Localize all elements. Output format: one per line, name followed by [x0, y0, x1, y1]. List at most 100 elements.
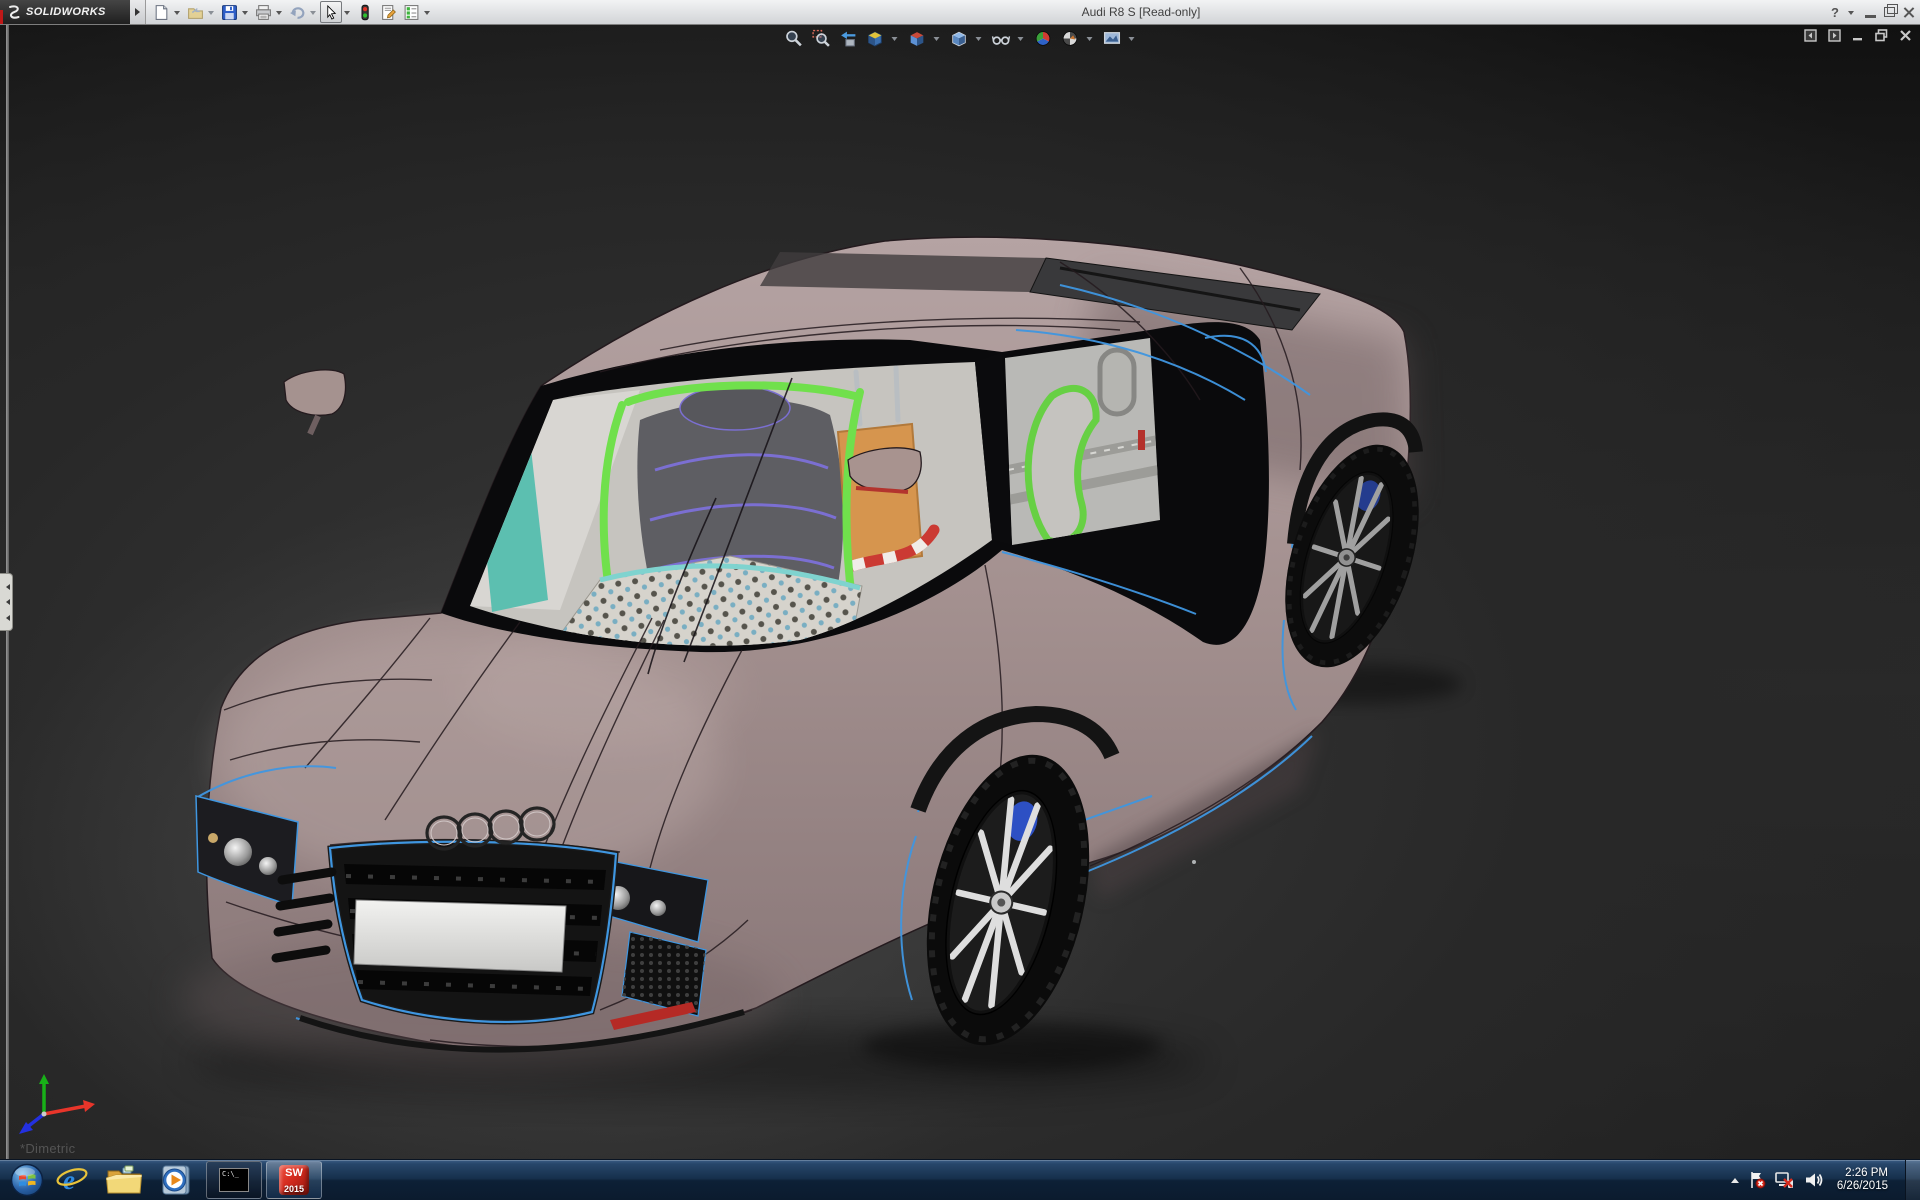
open-button[interactable]	[184, 1, 206, 23]
view-orientation-label: *Dimetric	[20, 1141, 75, 1156]
chevron-left-icon	[3, 615, 10, 621]
taskbar-item-solidworks[interactable]: SW 2015	[266, 1161, 322, 1199]
toolbar-expand-button[interactable]	[130, 0, 146, 24]
solidworks-logo: SOLIDWORKS	[0, 0, 130, 24]
hide-show-items-button[interactable]	[990, 28, 1012, 48]
chevron-down-icon[interactable]	[1129, 37, 1135, 44]
heads-up-view-toolbar	[783, 28, 1138, 48]
undo-button[interactable]	[286, 1, 308, 23]
volume-icon[interactable]	[1804, 1171, 1824, 1189]
chevron-down-icon[interactable]	[344, 11, 350, 18]
chevron-down-icon[interactable]	[1087, 37, 1093, 44]
network-status-icon[interactable]	[1775, 1171, 1795, 1189]
previous-view-button[interactable]	[837, 28, 859, 48]
undo-icon	[289, 4, 306, 21]
chevron-down-icon[interactable]	[310, 11, 316, 18]
zoom-to-area-icon	[811, 29, 830, 48]
taskbar-item-media-player[interactable]	[150, 1160, 202, 1200]
start-button[interactable]	[8, 1161, 46, 1199]
logo-red-accent	[0, 10, 3, 24]
new-document-button[interactable]	[150, 1, 172, 23]
select-button[interactable]	[320, 1, 342, 23]
restore-button[interactable]	[1884, 7, 1895, 17]
taskbar-item-internet-explorer[interactable]: e	[46, 1160, 98, 1200]
options-checklist-icon	[403, 4, 420, 21]
file-properties-icon	[380, 4, 397, 21]
view-orientation-cube-icon	[907, 29, 926, 48]
license-plate	[354, 900, 566, 972]
pane-toggle-left-icon[interactable]	[1804, 29, 1817, 42]
section-view-button[interactable]	[864, 28, 886, 48]
taskbar-item-file-explorer[interactable]	[98, 1160, 150, 1200]
chevron-down-icon[interactable]	[1018, 37, 1024, 44]
highlight-speck	[1192, 860, 1196, 864]
model-3d-view[interactable]	[0, 25, 1920, 1160]
window-titlebar: SOLIDWORKS	[0, 0, 1920, 25]
chevron-down-icon[interactable]	[242, 11, 248, 18]
side-window-interior[interactable]	[1000, 330, 1165, 550]
solidworks-cube-letters: SW	[279, 1167, 309, 1179]
document-window-controls	[1804, 29, 1912, 42]
minimize-button[interactable]	[1865, 15, 1876, 18]
doc-restore-button[interactable]	[1875, 29, 1888, 42]
file-properties-button[interactable]	[377, 1, 399, 23]
clock-date: 6/26/2015	[1837, 1180, 1888, 1193]
windows-start-icon	[10, 1163, 44, 1197]
feature-pane-collapsed-tab[interactable]	[0, 573, 13, 631]
brand-name: SOLIDWORKS	[26, 6, 106, 18]
edit-appearance-button[interactable]	[1032, 28, 1054, 48]
solidworks-2015-icon: SW 2015	[279, 1165, 309, 1195]
zoom-to-area-button[interactable]	[810, 28, 832, 48]
chevron-down-icon[interactable]	[892, 37, 898, 44]
display-style-button[interactable]	[948, 28, 970, 48]
taskbar: e C:\_ SW 2015	[0, 1159, 1920, 1200]
chevron-right-icon	[135, 8, 144, 16]
print-icon	[255, 4, 272, 21]
taskbar-clock[interactable]: 2:26 PM 6/26/2015	[1837, 1167, 1888, 1193]
apply-scene-button[interactable]	[1059, 28, 1081, 48]
display-style-icon	[949, 29, 968, 48]
taskbar-item-command-prompt[interactable]: C:\_	[206, 1161, 262, 1199]
internet-explorer-icon: e	[55, 1164, 89, 1196]
chevron-left-icon	[3, 584, 10, 590]
doc-minimize-button[interactable]	[1852, 30, 1864, 42]
chevron-down-icon[interactable]	[208, 11, 214, 18]
zoom-to-fit-button[interactable]	[783, 28, 805, 48]
rebuild-button[interactable]	[354, 1, 376, 23]
view-settings-button[interactable]	[1101, 28, 1123, 48]
command-prompt-icon: C:\_	[219, 1168, 249, 1192]
solidworks-year-badge: 2015	[279, 1184, 309, 1194]
chevron-down-icon[interactable]	[934, 37, 940, 44]
new-document-icon	[153, 4, 170, 21]
appearance-ball-icon	[1033, 29, 1052, 48]
chevron-down-icon[interactable]	[174, 11, 180, 18]
section-view-icon	[865, 29, 884, 48]
save-icon	[221, 4, 238, 21]
show-desktop-button[interactable]	[1905, 1160, 1920, 1200]
print-button[interactable]	[252, 1, 274, 23]
chevron-down-icon[interactable]	[976, 37, 982, 44]
help-button[interactable]: ?	[1831, 5, 1839, 20]
folder-icon	[106, 1165, 142, 1195]
close-button[interactable]	[1903, 7, 1914, 18]
solidworks-logo-icon	[6, 4, 22, 20]
clock-time: 2:26 PM	[1837, 1167, 1888, 1180]
options-button[interactable]	[400, 1, 422, 23]
graphics-area[interactable]: *Dimetric	[0, 25, 1920, 1160]
window-title: Audi R8 S [Read-only]	[460, 5, 1822, 19]
action-center-flag-icon[interactable]	[1748, 1171, 1766, 1189]
chevron-down-icon[interactable]	[276, 11, 282, 18]
doc-close-button[interactable]	[1899, 29, 1912, 42]
chevron-left-icon	[3, 599, 10, 605]
save-button[interactable]	[218, 1, 240, 23]
chevron-down-icon[interactable]	[1848, 11, 1854, 18]
reference-triad	[12, 1070, 108, 1146]
show-hidden-icons-button[interactable]	[1731, 1174, 1739, 1183]
pane-toggle-right-icon[interactable]	[1828, 29, 1841, 42]
view-settings-icon	[1102, 29, 1121, 48]
window-controls: ?	[1831, 0, 1914, 24]
open-folder-icon	[187, 4, 204, 21]
view-orientation-button[interactable]	[906, 28, 928, 48]
chevron-down-icon[interactable]	[424, 11, 430, 18]
main-toolbar	[150, 0, 433, 24]
